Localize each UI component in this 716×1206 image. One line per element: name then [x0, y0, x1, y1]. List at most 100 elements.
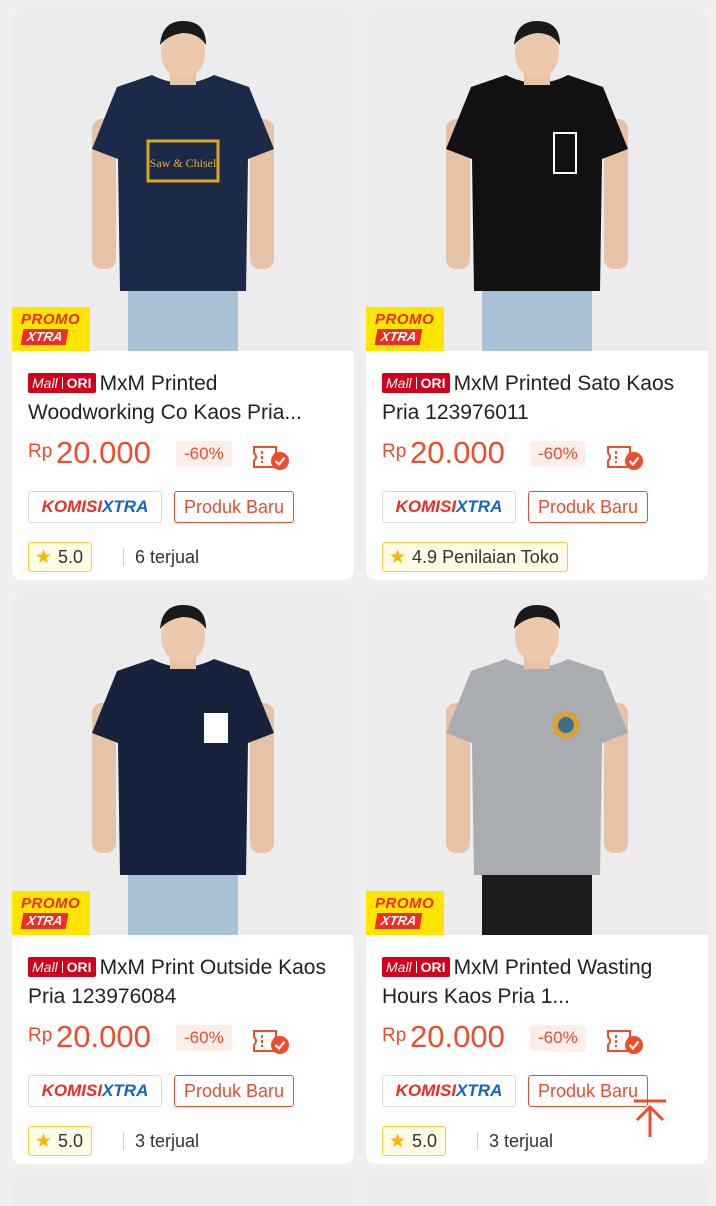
- ori-label: ORI: [420, 375, 446, 391]
- ori-label: ORI: [66, 375, 92, 391]
- rating-badge: ★ 4.9 Penilaian Toko: [382, 542, 568, 572]
- komisi-xtra-badge: KOMISIXTRA: [382, 1075, 516, 1107]
- rating-row: ★ 4.9 Penilaian Toko: [382, 542, 702, 574]
- tags-row: KOMISIXTRA Produk Baru: [28, 491, 348, 525]
- promo-label: PROMO: [375, 311, 435, 328]
- sold-count: 3 terjual: [489, 1131, 554, 1151]
- price-row: Rp 20.000 -60%: [382, 1019, 698, 1057]
- price-row: Rp 20.000 -60%: [28, 435, 344, 473]
- promo-xtra-badge: PROMO XTRA: [12, 307, 90, 351]
- model-photo: [366, 593, 708, 935]
- komisi-xtra-badge: KOMISIXTRA: [382, 491, 516, 523]
- price-amount: 20.000: [410, 1019, 505, 1054]
- voucher-icon: [607, 1030, 643, 1054]
- rating-row: ★ 5.0 3 terjual: [28, 1126, 348, 1158]
- rating-badge: ★ 5.0: [28, 1126, 93, 1156]
- komisi-xtra-label: XTRA: [456, 1081, 503, 1100]
- product-title[interactable]: Mall ORI MxM Printed Wasting Hours Kaos Pr…: [382, 953, 698, 1011]
- rating-value: 5.0: [58, 547, 84, 567]
- product-image[interactable]: PROMO XTRA: [366, 9, 708, 351]
- mall-label: Mall: [386, 959, 412, 975]
- mall-ori-badge: Mall ORI: [382, 373, 450, 393]
- xtra-label: XTRA: [374, 329, 423, 345]
- price-currency: Rp: [382, 441, 407, 462]
- divider: [123, 548, 124, 566]
- price-row: Rp 20.000 -60%: [382, 435, 698, 473]
- mall-label: Mall: [32, 375, 58, 391]
- rating-badge: ★ 5.0: [382, 1126, 447, 1156]
- komisi-label: KOMISI: [41, 1081, 103, 1100]
- voucher-icon: [253, 446, 289, 470]
- produk-baru-tag: Produk Baru: [528, 491, 649, 523]
- model-photo: [366, 9, 708, 351]
- promo-label: PROMO: [21, 895, 81, 912]
- model-photo: Saw & Chisel: [12, 9, 354, 351]
- product-card[interactable]: PROMO XTRA Mall ORI MxM Printed Wasting Ho…: [366, 593, 708, 1164]
- komisi-xtra-badge: KOMISIXTRA: [28, 1075, 162, 1107]
- rating-value: 5.0: [412, 1131, 438, 1151]
- model-photo: [12, 593, 354, 935]
- tags-row: KOMISIXTRA Produk Baru: [28, 1075, 348, 1109]
- price-amount: 20.000: [56, 435, 151, 470]
- star-icon: ★: [35, 547, 53, 568]
- product-image[interactable]: PROMO XTRA: [366, 593, 708, 935]
- product-image[interactable]: PROMO XTRA: [12, 593, 354, 935]
- product-card-peek[interactable]: [366, 1176, 708, 1206]
- back-to-top-button[interactable]: [628, 1095, 672, 1143]
- produk-baru-tag: Produk Baru: [174, 491, 295, 523]
- xtra-label: XTRA: [374, 913, 423, 929]
- product-title[interactable]: Mall ORI MxM Printed Sato Kaos Pria 123976…: [382, 369, 698, 427]
- star-icon: ★: [35, 1131, 53, 1152]
- discount-badge: -60%: [176, 441, 232, 467]
- tags-row: KOMISIXTRA Produk Baru: [382, 491, 702, 525]
- xtra-label: XTRA: [20, 329, 69, 345]
- xtra-label: XTRA: [20, 913, 69, 929]
- rating-value: 4.9 Penilaian Toko: [412, 547, 559, 567]
- rating-row: ★ 5.0 6 terjual: [28, 542, 348, 574]
- product-grid: Saw & Chisel PROMO XTRA Mall ORI MxM Print…: [0, 0, 716, 1200]
- ori-label: ORI: [420, 959, 446, 975]
- product-title[interactable]: Mall ORI MxM Printed Woodworking Co Kaos P…: [28, 369, 344, 427]
- svg-text:Saw & Chisel: Saw & Chisel: [150, 156, 217, 170]
- ori-label: ORI: [66, 959, 92, 975]
- discount-badge: -60%: [530, 441, 586, 467]
- star-icon: ★: [389, 1131, 407, 1152]
- product-card[interactable]: PROMO XTRA Mall ORI MxM Print Outside Kaos…: [12, 593, 354, 1164]
- price-currency: Rp: [28, 441, 53, 462]
- back-to-top-icon: [634, 1099, 666, 1137]
- voucher-icon: [607, 446, 643, 470]
- promo-label: PROMO: [375, 895, 435, 912]
- price-currency: Rp: [28, 1025, 53, 1046]
- divider: [123, 1132, 124, 1150]
- voucher-icon: [253, 1030, 289, 1054]
- product-image[interactable]: Saw & Chisel PROMO XTRA: [12, 9, 354, 351]
- mall-label: Mall: [32, 959, 58, 975]
- mall-ori-badge: Mall ORI: [28, 957, 96, 977]
- rating-badge: ★ 5.0: [28, 542, 93, 572]
- mall-ori-badge: Mall ORI: [382, 957, 450, 977]
- mall-label: Mall: [386, 375, 412, 391]
- komisi-xtra-badge: KOMISIXTRA: [28, 491, 162, 523]
- product-title[interactable]: Mall ORI MxM Print Outside Kaos Pria 12397…: [28, 953, 344, 1011]
- price-amount: 20.000: [56, 1019, 151, 1054]
- promo-xtra-badge: PROMO XTRA: [12, 891, 90, 935]
- price-amount: 20.000: [410, 435, 505, 470]
- product-card[interactable]: Saw & Chisel PROMO XTRA Mall ORI MxM Print…: [12, 9, 354, 580]
- komisi-xtra-label: XTRA: [456, 497, 503, 516]
- komisi-label: KOMISI: [41, 497, 103, 516]
- komisi-xtra-label: XTRA: [102, 1081, 149, 1100]
- product-card-peek[interactable]: [12, 1176, 354, 1206]
- sold-count: 3 terjual: [135, 1131, 200, 1151]
- price-row: Rp 20.000 -60%: [28, 1019, 344, 1057]
- price-currency: Rp: [382, 1025, 407, 1046]
- komisi-label: KOMISI: [395, 1081, 457, 1100]
- discount-badge: -60%: [530, 1025, 586, 1051]
- promo-label: PROMO: [21, 311, 81, 328]
- komisi-xtra-label: XTRA: [102, 497, 149, 516]
- product-card[interactable]: PROMO XTRA Mall ORI MxM Printed Sato Kaos …: [366, 9, 708, 580]
- promo-xtra-badge: PROMO XTRA: [366, 891, 444, 935]
- star-icon: ★: [389, 547, 407, 568]
- produk-baru-tag: Produk Baru: [174, 1075, 295, 1107]
- discount-badge: -60%: [176, 1025, 232, 1051]
- rating-value: 5.0: [58, 1131, 84, 1151]
